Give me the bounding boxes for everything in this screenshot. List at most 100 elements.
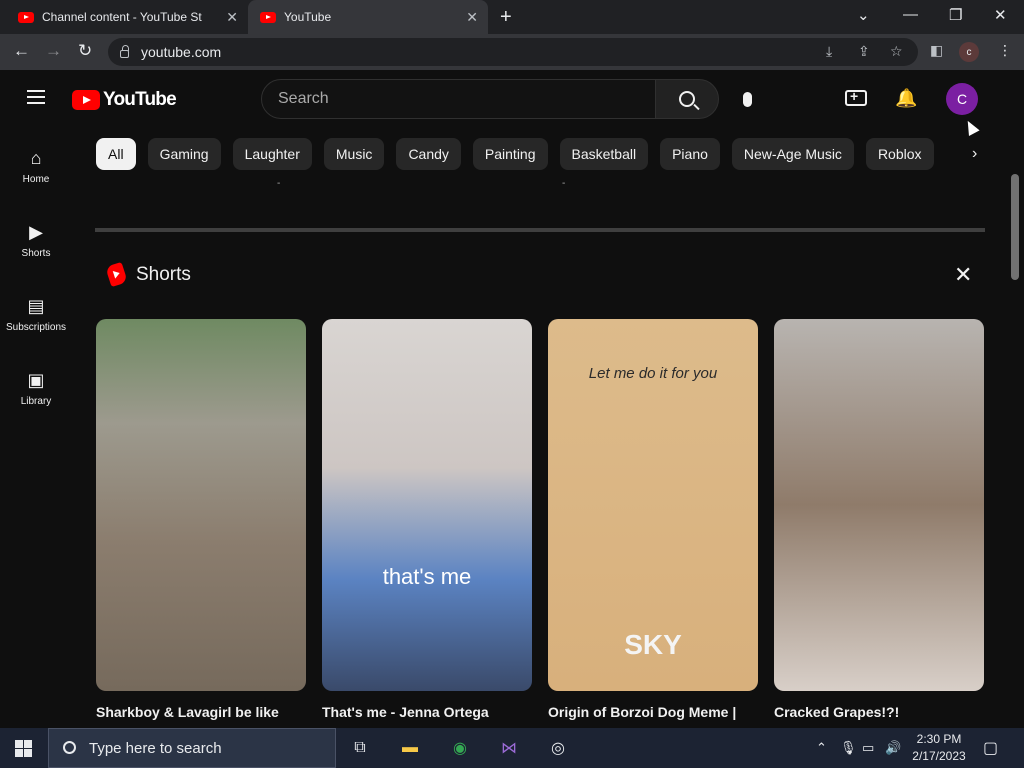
windows-taskbar: Type here to search ⧉ ▬ ◉ ⋈ ◎ ⌃ 🎙 ▭ 🔊 2:… (0, 728, 1024, 768)
chrome-icon[interactable]: ◉ (448, 736, 472, 760)
chip-music[interactable]: Music (323, 138, 385, 170)
guide-label: Shorts (21, 248, 51, 259)
thumbnail-overlay-text: Let me do it for you (588, 365, 718, 382)
address-bar[interactable]: youtube.com (108, 38, 918, 66)
chip-all[interactable]: All (96, 138, 136, 170)
search-button[interactable] (655, 79, 719, 119)
tab-label: YouTube (284, 10, 332, 24)
tab-channel-content[interactable]: Channel content - YouTube Studio ✕ (18, 0, 248, 34)
tab-youtube[interactable]: YouTube ✕ (248, 0, 488, 34)
shorts-icon: ▶ (29, 221, 43, 242)
chip-gaming[interactable]: Gaming (147, 138, 221, 170)
tab-label: Channel content - YouTube Studio (42, 10, 202, 24)
create-video-icon[interactable] (845, 88, 867, 106)
guide-label: Home (22, 174, 50, 185)
chrome-profile-avatar[interactable]: c (959, 42, 979, 62)
search-placeholder: Search (278, 90, 329, 107)
tray-volume-icon[interactable]: 🔊 (885, 740, 901, 756)
back-icon[interactable]: ← (13, 41, 30, 61)
taskbar-search-placeholder: Type here to search (89, 739, 222, 757)
youtube-header: YouTube Search 🔔 C (0, 70, 1024, 128)
reload-icon[interactable]: ↻ (78, 41, 92, 61)
task-view-icon[interactable]: ⧉ (348, 736, 372, 760)
new-tab-button[interactable]: + (500, 6, 512, 29)
short-thumbnail[interactable] (774, 319, 984, 691)
search-icon (63, 741, 76, 754)
short-thumbnail[interactable] (96, 319, 306, 691)
youtube-play-logo-icon (72, 90, 100, 110)
voice-search-button[interactable] (732, 79, 762, 119)
close-tab-icon[interactable]: ✕ (226, 9, 238, 26)
close-tab-icon[interactable]: ✕ (466, 9, 478, 26)
obs-icon[interactable]: ◎ (546, 736, 570, 760)
guide-label: Subscriptions (5, 322, 67, 333)
visual-studio-icon[interactable]: ⋈ (497, 736, 521, 760)
chips-fade (935, 138, 995, 170)
chip-roblox[interactable]: Roblox (865, 138, 934, 170)
subscriptions-icon: ▤ (27, 295, 45, 316)
short-title[interactable]: That's me - Jenna Ortega (322, 704, 532, 720)
chip-piano[interactable]: Piano (660, 138, 720, 170)
browser-tab-strip: Channel content - YouTube Studio ✕ YouTu… (0, 0, 1024, 34)
tray-microphone-icon[interactable]: 🎙 (840, 740, 857, 756)
chip-new-age-music[interactable]: New-Age Music (731, 138, 854, 170)
thumbnail-overlay-text: that's me (382, 564, 472, 589)
hamburger-menu-icon[interactable] (27, 90, 45, 104)
browser-toolbar: ← → ↻ youtube.com ⤓ ⇪ ☆ ◧ c ⋮ (0, 34, 1024, 70)
close-shelf-icon[interactable]: ✕ (954, 262, 972, 288)
youtube-favicon-icon (18, 11, 34, 23)
guide-label: Library (20, 396, 52, 407)
section-divider (95, 228, 985, 232)
short-title[interactable]: Sharkboy & Lavagirl be like (96, 704, 306, 720)
tray-chevron-up-icon[interactable]: ⌃ (816, 740, 827, 756)
chip-painting[interactable]: Painting (472, 138, 548, 170)
chip-laughter[interactable]: Laughter (232, 138, 312, 170)
clock-time: 2:30 PM (916, 732, 962, 746)
install-app-icon[interactable]: ⤓ (826, 43, 832, 60)
separator-dot: - (277, 178, 281, 189)
short-thumbnail[interactable]: Let me do it for you SKY (548, 319, 758, 691)
tray-network-icon[interactable]: ▭ (862, 740, 874, 756)
chevron-right-icon[interactable]: › (972, 145, 977, 163)
guide-item-shorts[interactable]: ▶ Shorts (0, 221, 72, 260)
side-panel-icon[interactable]: ◧ (930, 42, 943, 59)
short-title[interactable]: Cracked Grapes!?! (774, 704, 984, 720)
chrome-menu-icon[interactable]: ⋮ (998, 42, 1012, 59)
separator-dot: - (562, 178, 566, 189)
taskbar-search-input[interactable]: Type here to search (48, 728, 336, 768)
minimize-window-button[interactable]: — (903, 6, 918, 23)
logo-text: YouTube (103, 89, 177, 110)
page-scrollbar[interactable] (1011, 174, 1019, 280)
share-icon[interactable]: ⇪ (858, 43, 870, 60)
restore-window-button[interactable]: ❐ (949, 6, 962, 24)
shorts-logo-icon (105, 261, 128, 288)
search-input[interactable]: Search (261, 79, 656, 119)
search-icon (679, 91, 695, 107)
url-text: youtube.com (141, 44, 222, 60)
chip-basketball[interactable]: Basketball (559, 138, 649, 170)
forward-icon[interactable]: → (45, 41, 62, 61)
guide-item-subscriptions[interactable]: ▤ Subscriptions (0, 295, 72, 334)
account-avatar[interactable]: C (946, 83, 978, 115)
short-thumbnail[interactable]: that's me (322, 319, 532, 691)
bookmark-star-icon[interactable]: ☆ (890, 43, 903, 60)
library-icon: ▣ (27, 369, 45, 390)
short-title[interactable]: Origin of Borzoi Dog Meme | (548, 704, 758, 720)
file-explorer-icon[interactable]: ▬ (398, 736, 422, 760)
filter-chips-bar: All Gaming Laughter Music Candy Painting… (96, 138, 934, 170)
clock-date: 2/17/2023 (912, 749, 966, 763)
youtube-favicon-icon (260, 11, 276, 23)
tab-search-chevron-icon[interactable]: ⌄ (857, 6, 870, 24)
notification-center-icon[interactable]: ▢ (983, 738, 998, 758)
guide-item-library[interactable]: ▣ Library (0, 369, 72, 408)
notifications-bell-icon[interactable]: 🔔 (895, 88, 917, 109)
shorts-shelf-title: Shorts (136, 264, 191, 285)
chip-candy[interactable]: Candy (396, 138, 461, 170)
guide-item-home[interactable]: ⌂ Home (0, 147, 72, 186)
lock-icon[interactable] (120, 45, 129, 58)
taskbar-clock[interactable]: 2:30 PM 2/17/2023 (906, 731, 972, 765)
close-window-button[interactable]: ✕ (994, 6, 1007, 24)
youtube-logo[interactable]: YouTube (72, 89, 177, 111)
home-icon: ⌂ (30, 147, 42, 168)
windows-start-icon[interactable] (15, 740, 32, 757)
